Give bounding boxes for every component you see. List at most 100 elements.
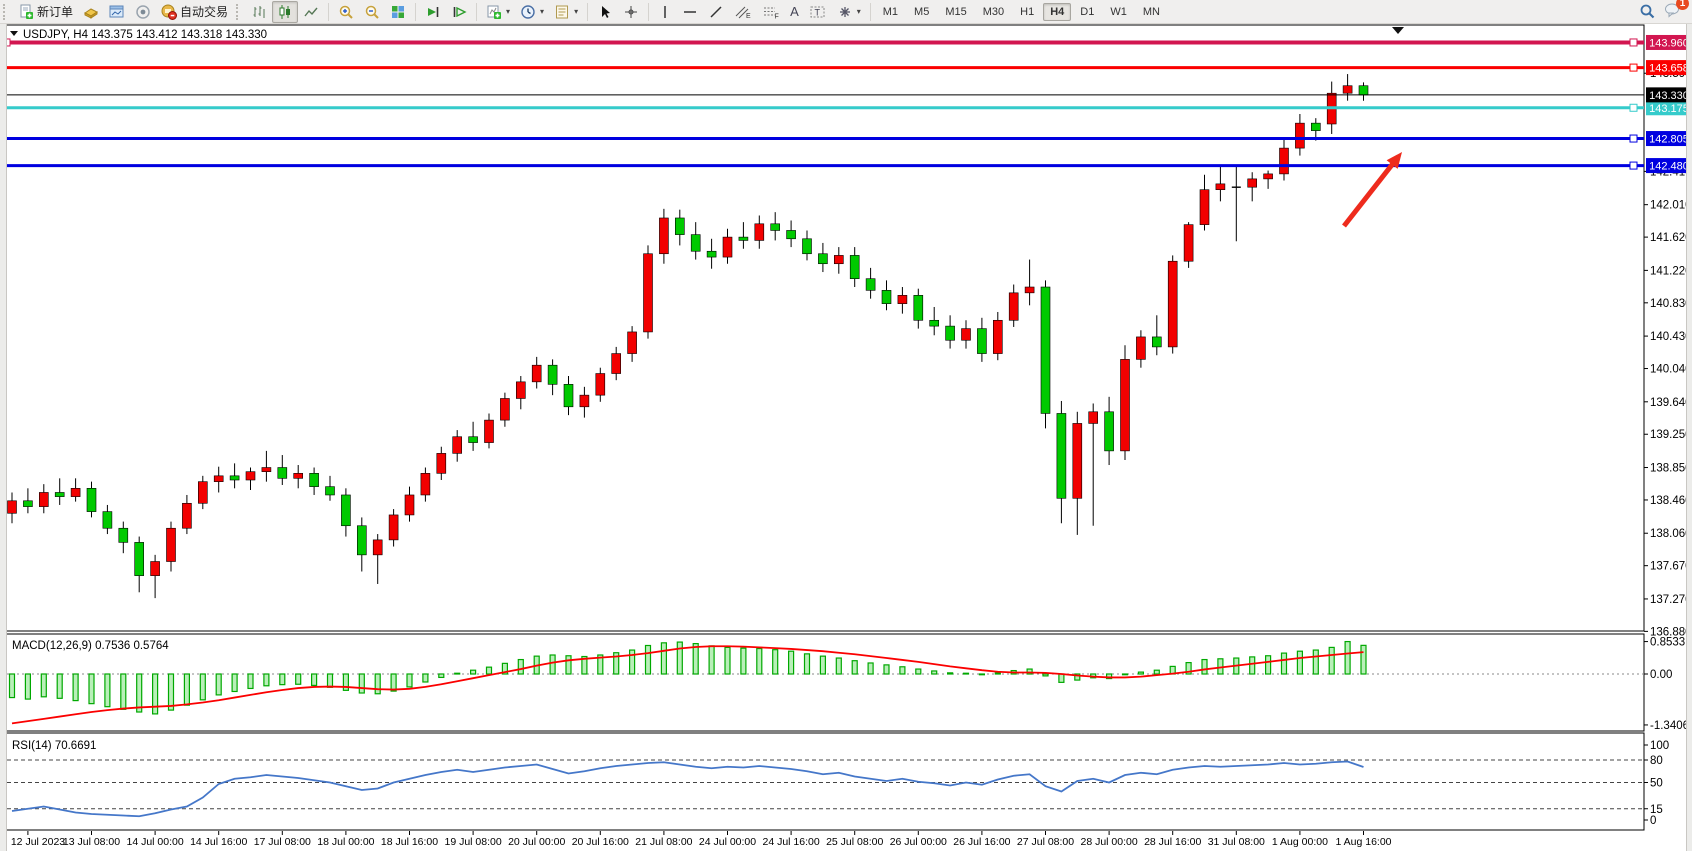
svg-text:100: 100: [1650, 740, 1669, 752]
bar-chart-type-button[interactable]: [246, 1, 272, 23]
timeframe-button-H1[interactable]: H1: [1013, 3, 1041, 21]
auto-scroll-icon: [425, 4, 441, 20]
svg-text:17 Jul 08:00: 17 Jul 08:00: [254, 836, 311, 848]
notification-count-badge: 1: [1676, 0, 1689, 10]
svg-text:142.805: 142.805: [1649, 134, 1689, 146]
svg-text:14 Jul 16:00: 14 Jul 16:00: [190, 836, 247, 848]
indicators-button[interactable]: ▾: [481, 1, 515, 23]
svg-text:21 Jul 08:00: 21 Jul 08:00: [635, 836, 692, 848]
timeframe-button-MN[interactable]: MN: [1136, 3, 1167, 21]
market-watch-button[interactable]: [78, 1, 104, 23]
text-label-tool-button[interactable]: T: [804, 1, 832, 23]
cursor-icon: [597, 4, 613, 20]
line-chart-icon: [303, 4, 319, 20]
timeframe-button-D1[interactable]: D1: [1073, 3, 1101, 21]
vertical-line-icon: [658, 4, 672, 20]
tile-windows-button[interactable]: [385, 1, 411, 23]
cursor-tool-button[interactable]: [592, 1, 618, 23]
svg-text:24 Jul 16:00: 24 Jul 16:00: [762, 836, 819, 848]
template-icon: [554, 4, 570, 20]
tile-windows-icon: [390, 4, 406, 20]
fibonacci-tool-button[interactable]: F: [757, 1, 785, 23]
new-order-button[interactable]: 新订单: [13, 0, 78, 23]
chevron-down-icon: ▾: [540, 7, 544, 16]
line-chart-type-button[interactable]: [298, 1, 324, 23]
toolbar-grip[interactable]: [236, 4, 243, 20]
right-window-edge: [1686, 24, 1692, 851]
svg-text:28 Jul 16:00: 28 Jul 16:00: [1144, 836, 1201, 848]
bar-chart-icon: [251, 4, 267, 20]
chevron-down-icon: ▾: [574, 7, 578, 16]
zoom-out-icon: [364, 4, 380, 20]
line-handle[interactable]: [1630, 162, 1637, 169]
chevron-down-icon: ▾: [857, 7, 861, 16]
timeframe-button-M1[interactable]: M1: [876, 3, 905, 21]
new-order-label: 新订单: [37, 3, 73, 20]
svg-text:15: 15: [1650, 804, 1663, 816]
line-handle[interactable]: [1630, 39, 1637, 46]
signal-icon: [135, 4, 151, 20]
svg-text:26 Jul 00:00: 26 Jul 00:00: [890, 836, 947, 848]
cube-icon: [83, 4, 99, 20]
zoom-out-button[interactable]: [359, 1, 385, 23]
zoom-in-button[interactable]: [333, 1, 359, 23]
svg-text:142.480: 142.480: [1649, 161, 1689, 173]
timeframe-button-M30[interactable]: M30: [976, 3, 1011, 21]
chart-shift-button[interactable]: [446, 1, 472, 23]
arrows-tool-button[interactable]: ▾: [832, 1, 866, 23]
timeframe-button-M5[interactable]: M5: [907, 3, 936, 21]
text-tool-button[interactable]: A: [785, 1, 804, 22]
channel-tool-button[interactable]: E: [729, 1, 757, 23]
line-handle[interactable]: [1630, 64, 1637, 71]
timeframe-button-M15[interactable]: M15: [938, 3, 973, 21]
fibonacci-icon: F: [762, 4, 780, 20]
svg-text:143.658: 143.658: [1649, 63, 1689, 75]
svg-text:26 Jul 16:00: 26 Jul 16:00: [953, 836, 1010, 848]
search-icon[interactable]: [1639, 3, 1656, 20]
signal-button[interactable]: [130, 1, 156, 23]
candlestick-chart-type-button[interactable]: [272, 1, 298, 23]
macd-label: MACD(12,26,9) 0.7536 0.5764: [12, 640, 169, 652]
svg-text:27 Jul 08:00: 27 Jul 08:00: [1017, 836, 1074, 848]
timeframe-button-H4[interactable]: H4: [1043, 3, 1071, 21]
clock-icon: [520, 4, 536, 20]
crosshair-icon: [623, 4, 639, 20]
arrows-icon: [837, 4, 853, 20]
svg-text:31 Jul 08:00: 31 Jul 08:00: [1208, 836, 1265, 848]
templates-button[interactable]: ▾: [549, 1, 583, 23]
price-chart-svg[interactable]: 143.590142.410142.010141.620141.220140.8…: [0, 24, 1692, 851]
chevron-down-icon: ▾: [506, 7, 510, 16]
svg-text:143.960: 143.960: [1649, 37, 1689, 49]
svg-text:143.330: 143.330: [1649, 90, 1689, 102]
line-handle[interactable]: [1630, 104, 1637, 111]
autotrading-label: 自动交易: [180, 3, 228, 20]
candlestick-icon: [277, 4, 293, 20]
autotrading-button[interactable]: 自动交易: [156, 0, 233, 23]
svg-text:F: F: [775, 13, 779, 20]
chart-window-button[interactable]: [104, 1, 130, 23]
svg-text:20 Jul 00:00: 20 Jul 00:00: [508, 836, 565, 848]
crosshair-tool-button[interactable]: [618, 1, 644, 23]
toolbar-grip[interactable]: [3, 4, 10, 20]
rsi-panel[interactable]: [6, 733, 1644, 830]
text-label-icon: T: [809, 4, 827, 20]
timeframe-button-W1[interactable]: W1: [1103, 3, 1134, 21]
trendline-tool-button[interactable]: [703, 1, 729, 23]
svg-text:1 Aug 00:00: 1 Aug 00:00: [1272, 836, 1328, 848]
svg-text:20 Jul 16:00: 20 Jul 16:00: [572, 836, 629, 848]
svg-text:19 Jul 08:00: 19 Jul 08:00: [444, 836, 501, 848]
svg-text:0.00: 0.00: [1650, 669, 1672, 681]
chart-area[interactable]: 143.590142.410142.010141.620141.220140.8…: [0, 24, 1692, 851]
notifications-button[interactable]: 1: [1664, 2, 1682, 21]
horizontal-line-tool-button[interactable]: [677, 1, 703, 23]
equidistant-channel-icon: E: [734, 4, 752, 20]
line-handle[interactable]: [1630, 135, 1637, 142]
main-chart-panel[interactable]: [6, 25, 1644, 631]
trading-terminal-window: { "toolbar": { "new_order_label": "新订单",…: [0, 0, 1692, 851]
new-order-icon: [18, 4, 34, 20]
chart-shift-icon: [451, 4, 467, 20]
vertical-line-tool-button[interactable]: [653, 1, 677, 23]
svg-text:12 Jul 2023: 12 Jul 2023: [11, 836, 65, 848]
periods-button[interactable]: ▾: [515, 1, 549, 23]
auto-scroll-button[interactable]: [420, 1, 446, 23]
